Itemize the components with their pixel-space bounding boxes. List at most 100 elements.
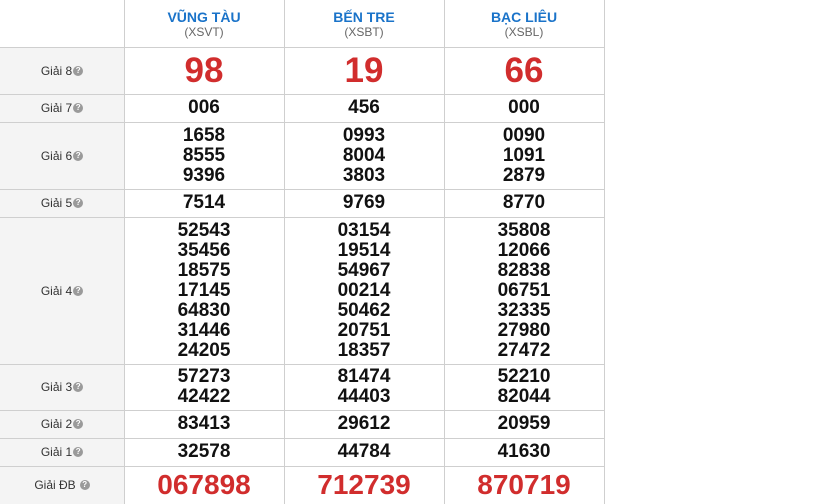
row-divider bbox=[0, 122, 604, 123]
prize-number: 42422 bbox=[177, 386, 231, 407]
prize-label: Giải 8? bbox=[0, 47, 124, 94]
help-icon[interactable]: ? bbox=[73, 103, 84, 113]
help-icon[interactable]: ? bbox=[73, 150, 84, 161]
province-code: (XSBL) bbox=[504, 24, 544, 39]
lottery-results-table: VŨNG TÀU (XSVT) BẾN TRE (XSBT) BẠC LIÊU (XSBL… bbox=[0, 0, 605, 504]
prize-cell-bac-lieu: 0090 1091 2879 bbox=[444, 122, 604, 189]
province-header-bac-lieu[interactable]: BẠC LIÊU (XSBL) bbox=[444, 0, 604, 47]
row-divider bbox=[0, 189, 604, 190]
help-icon[interactable]: ? bbox=[73, 382, 84, 392]
prize-cell-ben-tre: 03154 19514 54967 00214 50462 20751 18357 bbox=[284, 217, 444, 364]
province-name[interactable]: VŨNG TÀU bbox=[167, 9, 240, 25]
prize-label-text: Giải 7 bbox=[40, 101, 73, 115]
prize-number: 19 bbox=[344, 50, 384, 90]
prize-cell-vung-tau: 006 bbox=[124, 94, 284, 122]
prize-cell-vung-tau: 83413 bbox=[124, 410, 284, 438]
prize-number: 82838 bbox=[497, 259, 551, 281]
province-name[interactable]: BẾN TRE bbox=[333, 9, 394, 25]
prize-number: 20959 bbox=[497, 413, 551, 434]
province-header-ben-tre[interactable]: BẾN TRE (XSBT) bbox=[284, 0, 444, 47]
prize-number: 20751 bbox=[337, 319, 391, 341]
prize-number: 29612 bbox=[337, 413, 391, 434]
row-divider bbox=[0, 466, 604, 467]
prize-number: 870719 bbox=[477, 469, 571, 500]
prize-number: 712739 bbox=[317, 469, 411, 500]
prize-cell-bac-lieu: 8770 bbox=[444, 189, 604, 217]
prize-label-text: Giải 5 bbox=[40, 196, 73, 210]
row-divider bbox=[0, 410, 604, 411]
prize-label-text: Giải 4 bbox=[40, 283, 73, 298]
province-code: (XSBT) bbox=[344, 24, 384, 39]
prize-number: 27980 bbox=[497, 319, 551, 341]
prize-label-text: Giải ĐB bbox=[34, 478, 76, 492]
row-divider bbox=[0, 94, 604, 95]
prize-label: Giải 3? bbox=[0, 364, 124, 410]
help-icon[interactable]: ? bbox=[79, 480, 90, 490]
prize-number: 000 bbox=[508, 97, 540, 118]
prize-number: 03154 bbox=[337, 219, 391, 241]
prize-cell-vung-tau: 52543 35456 18575 17145 64830 31446 24205 bbox=[124, 217, 284, 364]
prize-label-text: Giải 8 bbox=[40, 63, 73, 78]
prize-number: 067898 bbox=[157, 469, 251, 500]
prize-cell-vung-tau: 98 bbox=[124, 47, 284, 94]
prize-number: 44784 bbox=[337, 441, 391, 462]
province-name[interactable]: BẠC LIÊU bbox=[491, 9, 557, 25]
prize-label: Giải 5? bbox=[0, 189, 124, 217]
prize-cell-bac-lieu: 52210 82044 bbox=[444, 364, 604, 410]
prize-number: 82044 bbox=[497, 386, 551, 407]
prize-label: Giải 2? bbox=[0, 410, 124, 438]
prize-label-text: Giải 6 bbox=[40, 148, 73, 163]
prize-cell-bac-lieu: 870719 bbox=[444, 466, 604, 504]
prize-cell-ben-tre: 29612 bbox=[284, 410, 444, 438]
prize-cell-ben-tre: 0993 8004 3803 bbox=[284, 122, 444, 189]
prize-label-text: Giải 2 bbox=[40, 417, 73, 431]
prize-label: Giải ĐB? bbox=[0, 466, 124, 504]
prize-cell-vung-tau: 57273 42422 bbox=[124, 364, 284, 410]
prize-number: 1091 bbox=[502, 144, 546, 166]
help-icon[interactable]: ? bbox=[73, 65, 84, 76]
help-icon[interactable]: ? bbox=[73, 447, 84, 457]
prize-number: 7514 bbox=[182, 192, 226, 213]
province-header-vung-tau[interactable]: VŨNG TÀU (XSVT) bbox=[124, 0, 284, 47]
prize-number: 17145 bbox=[177, 279, 231, 301]
prize-label: Giải 6? bbox=[0, 122, 124, 189]
prize-number: 52543 bbox=[177, 219, 231, 241]
help-icon[interactable]: ? bbox=[73, 285, 84, 296]
row-divider bbox=[0, 217, 604, 218]
prize-number: 456 bbox=[348, 97, 380, 118]
prize-number: 57273 bbox=[177, 366, 231, 387]
prize-number: 27472 bbox=[497, 339, 551, 361]
prize-cell-ben-tre: 712739 bbox=[284, 466, 444, 504]
prize-label-text: Giải 1 bbox=[40, 445, 73, 459]
help-icon[interactable]: ? bbox=[73, 419, 84, 429]
prize-label: Giải 1? bbox=[0, 438, 124, 466]
prize-number: 52210 bbox=[497, 366, 551, 387]
prize-cell-vung-tau: 067898 bbox=[124, 466, 284, 504]
prize-label-text: Giải 3 bbox=[40, 380, 73, 394]
prize-number: 32578 bbox=[177, 441, 231, 462]
prize-cell-ben-tre: 81474 44403 bbox=[284, 364, 444, 410]
prize-number: 83413 bbox=[177, 413, 231, 434]
prize-cell-bac-lieu: 20959 bbox=[444, 410, 604, 438]
prize-cell-vung-tau: 7514 bbox=[124, 189, 284, 217]
prize-number: 1658 bbox=[182, 124, 226, 146]
prize-label: Giải 4? bbox=[0, 217, 124, 364]
prize-number: 64830 bbox=[177, 299, 231, 321]
prize-cell-ben-tre: 456 bbox=[284, 94, 444, 122]
prize-label: Giải 7? bbox=[0, 94, 124, 122]
prize-number: 0090 bbox=[502, 124, 546, 146]
row-divider bbox=[0, 47, 604, 48]
prize-number: 006 bbox=[188, 97, 220, 118]
prize-number: 32335 bbox=[497, 299, 551, 321]
row-divider bbox=[0, 438, 604, 439]
help-icon[interactable]: ? bbox=[73, 198, 84, 208]
prize-number: 8770 bbox=[502, 192, 546, 213]
prize-number: 66 bbox=[504, 50, 544, 90]
prize-number: 18575 bbox=[177, 259, 231, 281]
prize-number: 31446 bbox=[177, 319, 231, 341]
prize-number: 24205 bbox=[177, 339, 231, 361]
prize-cell-bac-lieu: 35808 12066 82838 06751 32335 27980 27472 bbox=[444, 217, 604, 364]
prize-number: 06751 bbox=[497, 279, 551, 301]
prize-cell-ben-tre: 19 bbox=[284, 47, 444, 94]
prize-number: 35456 bbox=[177, 239, 231, 261]
